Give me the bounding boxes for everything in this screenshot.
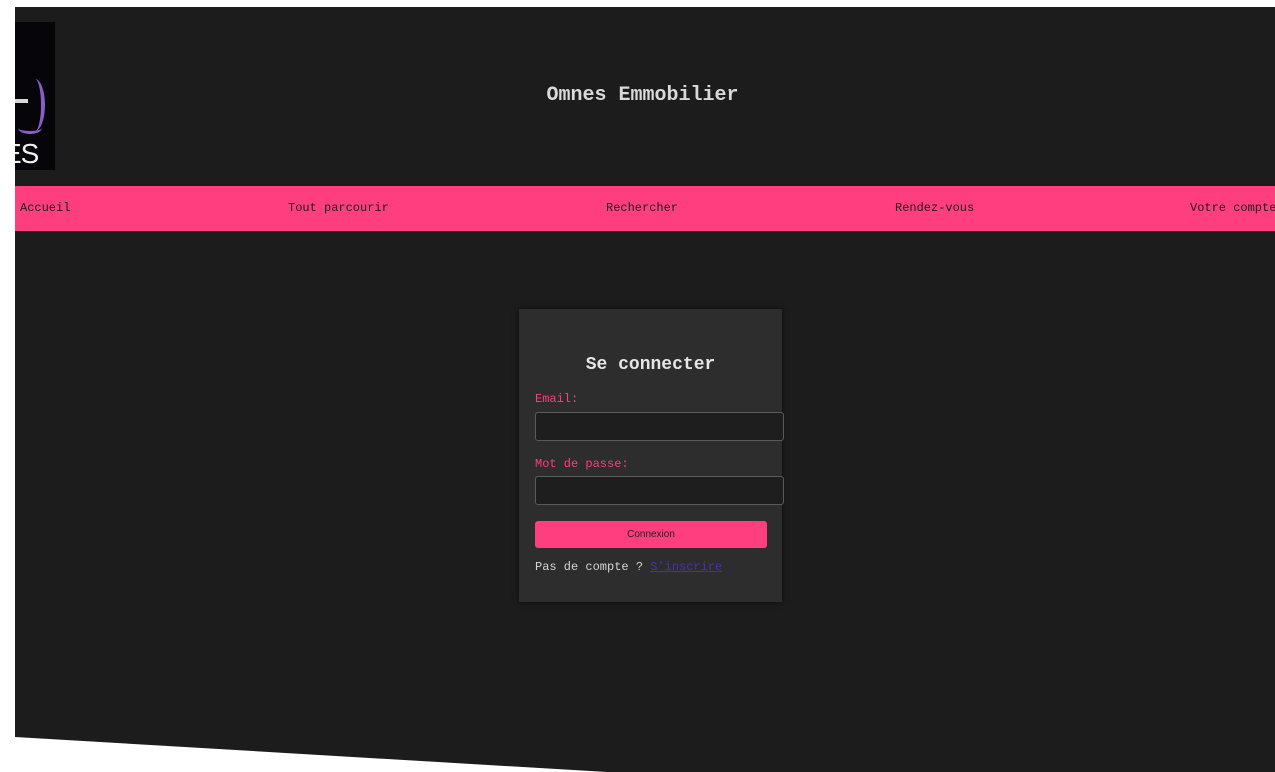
password-input[interactable] — [535, 476, 784, 505]
signup-link[interactable]: S'inscrire — [650, 560, 722, 574]
site-header: ES Omnes Emmobilier — [15, 7, 1275, 186]
signup-prompt: Pas de compte ? — [535, 560, 644, 574]
login-card: Se connecter Email: Mot de passe: Connex… — [519, 309, 784, 602]
nav-item-accueil[interactable]: Accueil — [20, 201, 70, 215]
site-title: Omnes Emmobilier — [546, 84, 739, 107]
logo-text: ES — [15, 138, 39, 169]
email-input[interactable] — [535, 412, 784, 441]
nav-item-tout-parcourir[interactable]: Tout parcourir — [288, 201, 389, 215]
signup-line: Pas de compte ? S'inscrire — [535, 560, 722, 574]
login-button[interactable]: Connexion — [535, 521, 767, 548]
main-nav: Accueil Tout parcourir Rechercher Rendez… — [15, 186, 1275, 231]
password-label: Mot de passe: — [535, 457, 629, 471]
nav-item-votre-compte[interactable]: Votre compte — [1190, 201, 1275, 215]
login-title: Se connecter — [585, 355, 716, 375]
logo-swish-shape — [18, 122, 42, 134]
nav-item-rechercher[interactable]: Rechercher — [606, 201, 678, 215]
page-background: ES Omnes Emmobilier Accueil Tout parcour… — [15, 7, 1275, 772]
nav-item-rendez-vous[interactable]: Rendez-vous — [895, 201, 974, 215]
email-label: Email: — [535, 392, 579, 406]
